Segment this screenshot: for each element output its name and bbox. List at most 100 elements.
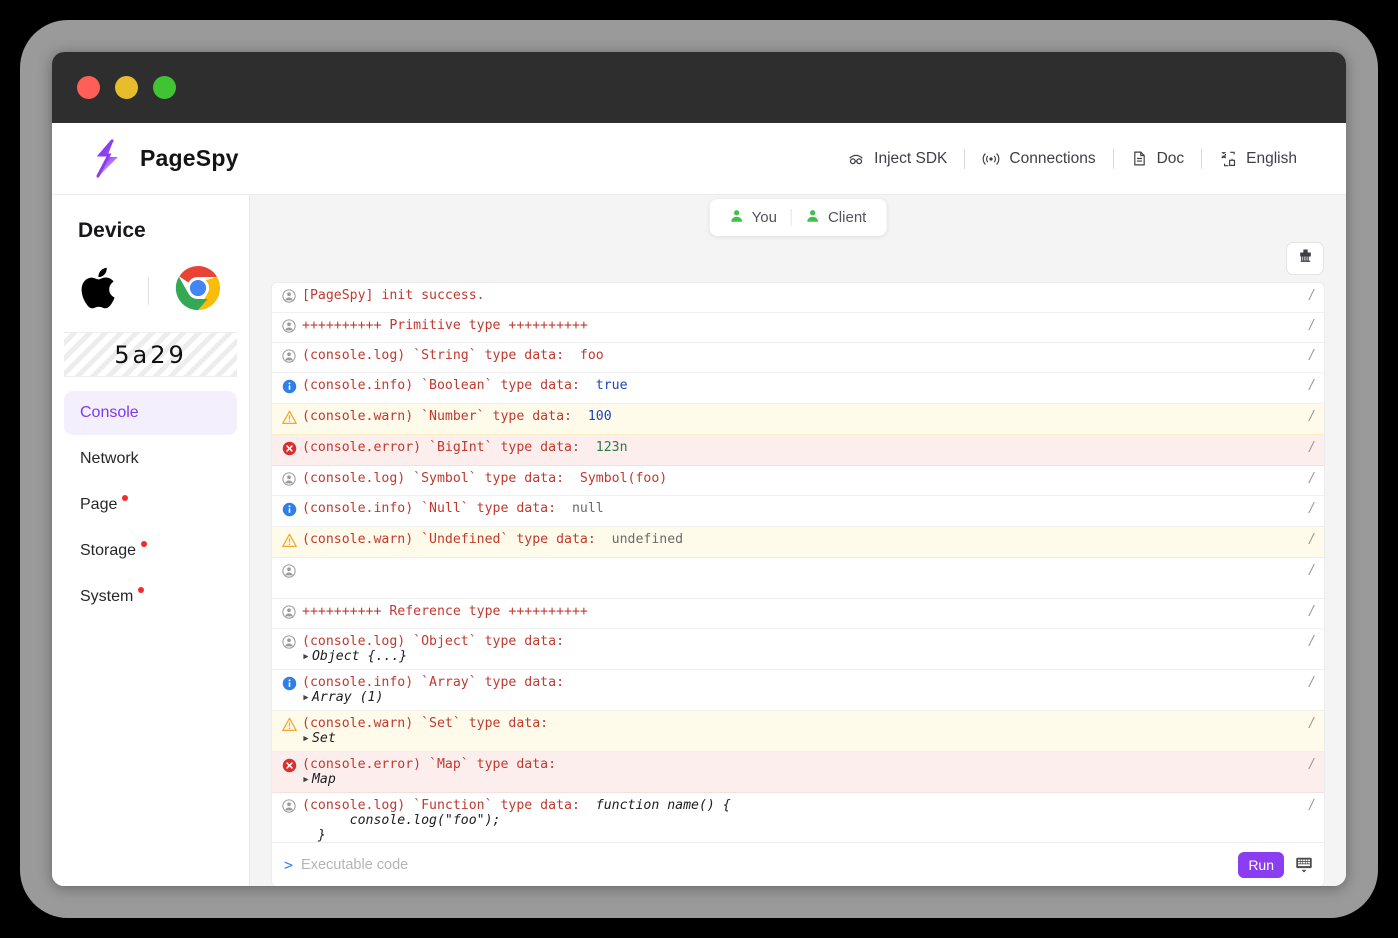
sidebar-item-label: Network	[80, 450, 139, 468]
log-level-log-icon	[282, 471, 302, 490]
nav-doc-label: Doc	[1157, 150, 1185, 168]
log-source-link[interactable]: /	[1296, 501, 1318, 516]
log-source-link[interactable]: /	[1296, 716, 1318, 731]
sidebar-item-system[interactable]: System	[64, 575, 237, 619]
document-icon	[1131, 150, 1148, 167]
log-level-error-icon	[282, 757, 302, 777]
sidebar-item-network[interactable]: Network	[64, 437, 237, 481]
console-log-row[interactable]: [PageSpy] init success./	[272, 283, 1324, 313]
minimize-window-button[interactable]	[115, 76, 138, 99]
log-message: (console.warn) `Number` type data: 100	[302, 409, 1296, 424]
chrome-icon	[175, 265, 221, 316]
log-message	[302, 563, 1296, 593]
log-level-log-icon	[282, 348, 302, 367]
log-source-link[interactable]: /	[1296, 675, 1318, 690]
console-log-row[interactable]: ++++++++++ Primitive type ++++++++++/	[272, 313, 1324, 343]
console-log-row[interactable]: (console.warn) `Number` type data: 100/	[272, 404, 1324, 435]
log-level-warn-icon	[282, 409, 302, 429]
log-source-link[interactable]: /	[1296, 532, 1318, 547]
log-message: ++++++++++ Reference type ++++++++++	[302, 604, 1296, 619]
console-log-row[interactable]: (console.info) `Boolean` type data: true…	[272, 373, 1324, 404]
device-platform-icons	[64, 259, 237, 333]
log-level-log-icon	[282, 798, 302, 817]
log-source-link[interactable]: /	[1296, 440, 1318, 455]
broadcast-icon	[982, 150, 1000, 168]
log-level-log-icon	[282, 288, 302, 307]
log-source-link[interactable]: /	[1296, 378, 1318, 393]
clear-console-button[interactable]	[1286, 242, 1324, 275]
console-log-row[interactable]: (console.log) `Symbol` type data: Symbol…	[272, 466, 1324, 496]
console-log-list[interactable]: [PageSpy] init success./++++++++++ Primi…	[272, 283, 1324, 842]
device-id: 5a29	[64, 333, 237, 377]
console-log-row[interactable]: (console.warn) `Set` type data:Set/	[272, 711, 1324, 752]
expand-toggle[interactable]: Set	[302, 731, 1296, 746]
console-log-row[interactable]: (console.error) `Map` type data:Map/	[272, 752, 1324, 793]
log-level-warn-icon	[282, 716, 302, 736]
tab-you-label: You	[752, 209, 777, 226]
log-source-link[interactable]: /	[1296, 604, 1318, 619]
keyboard-icon[interactable]	[1294, 855, 1314, 875]
sidebar-item-label: Storage	[80, 542, 136, 560]
console-log-row[interactable]: ++++++++++ Reference type ++++++++++/	[272, 599, 1324, 629]
log-message: ++++++++++ Primitive type ++++++++++	[302, 318, 1296, 333]
app-body: Device	[52, 195, 1346, 886]
main-panel: You Client	[250, 195, 1346, 886]
inject-sdk-icon	[847, 150, 865, 168]
maximize-window-button[interactable]	[153, 76, 176, 99]
sidebar-item-console[interactable]: Console	[64, 391, 237, 435]
console-log-row[interactable]: (console.log) `Object` type data:Object …	[272, 629, 1324, 670]
log-source-link[interactable]: /	[1296, 634, 1318, 649]
expand-toggle[interactable]: Array (1)	[302, 690, 1296, 705]
person-icon	[730, 209, 744, 227]
log-source-link[interactable]: /	[1296, 757, 1318, 772]
log-source-link[interactable]: /	[1296, 348, 1318, 363]
log-level-info-icon	[282, 378, 302, 398]
nav-inject-sdk-label: Inject SDK	[874, 150, 947, 168]
log-source-link[interactable]: /	[1296, 798, 1318, 813]
log-level-log-icon	[282, 634, 302, 653]
log-message: (console.error) `Map` type data:Map	[302, 757, 1296, 787]
person-icon	[806, 209, 820, 227]
tab-you[interactable]: You	[716, 209, 791, 227]
log-message: (console.info) `Null` type data: null	[302, 501, 1296, 516]
unread-badge-dot	[141, 541, 147, 547]
expand-toggle[interactable]: Object {...}	[302, 649, 1296, 664]
console-log-row[interactable]: (console.log) `String` type data: foo/	[272, 343, 1324, 373]
app-header: PageSpy Inject SDK	[52, 123, 1346, 195]
prompt-chevron-icon: >	[284, 856, 293, 874]
console-log-row[interactable]: /	[272, 558, 1324, 599]
executable-code-input[interactable]	[301, 857, 1238, 873]
sidebar-item-label: Console	[80, 404, 139, 422]
log-message: (console.log) `Function` type data: func…	[302, 798, 1296, 842]
close-window-button[interactable]	[77, 76, 100, 99]
log-source-link[interactable]: /	[1296, 288, 1318, 303]
nav-doc[interactable]: Doc	[1114, 150, 1202, 168]
console-exec-bar: > Run	[272, 842, 1324, 886]
log-level-log-icon	[282, 318, 302, 337]
expand-toggle[interactable]: Map	[302, 772, 1296, 787]
console-log-row[interactable]: (console.error) `BigInt` type data: 123n…	[272, 435, 1324, 466]
log-message: (console.warn) `Set` type data:Set	[302, 716, 1296, 746]
nav-inject-sdk[interactable]: Inject SDK	[830, 150, 964, 168]
tab-client[interactable]: Client	[792, 209, 880, 227]
brand[interactable]: PageSpy	[88, 137, 239, 181]
console-log-row[interactable]: (console.log) `Function` type data: func…	[272, 793, 1324, 842]
nav-connections[interactable]: Connections	[965, 150, 1112, 168]
console-log-row[interactable]: (console.info) `Array` type data:Array (…	[272, 670, 1324, 711]
log-message: [PageSpy] init success.	[302, 288, 1296, 303]
sidebar-item-storage[interactable]: Storage	[64, 529, 237, 573]
sidebar-title: Device	[78, 219, 237, 243]
console-log-row[interactable]: (console.info) `Null` type data: null/	[272, 496, 1324, 527]
log-source-link[interactable]: /	[1296, 471, 1318, 486]
translate-icon	[1219, 150, 1237, 168]
console-log-row[interactable]: (console.warn) `Undefined` type data: un…	[272, 527, 1324, 558]
sidebar-item-page[interactable]: Page	[64, 483, 237, 527]
log-level-error-icon	[282, 440, 302, 460]
run-button[interactable]: Run	[1238, 852, 1284, 878]
log-message: (console.info) `Array` type data:Array (…	[302, 675, 1296, 705]
nav-language[interactable]: English	[1202, 150, 1314, 168]
log-source-link[interactable]: /	[1296, 318, 1318, 333]
log-source-link[interactable]: /	[1296, 563, 1318, 578]
brand-name: PageSpy	[140, 145, 239, 172]
log-source-link[interactable]: /	[1296, 409, 1318, 424]
